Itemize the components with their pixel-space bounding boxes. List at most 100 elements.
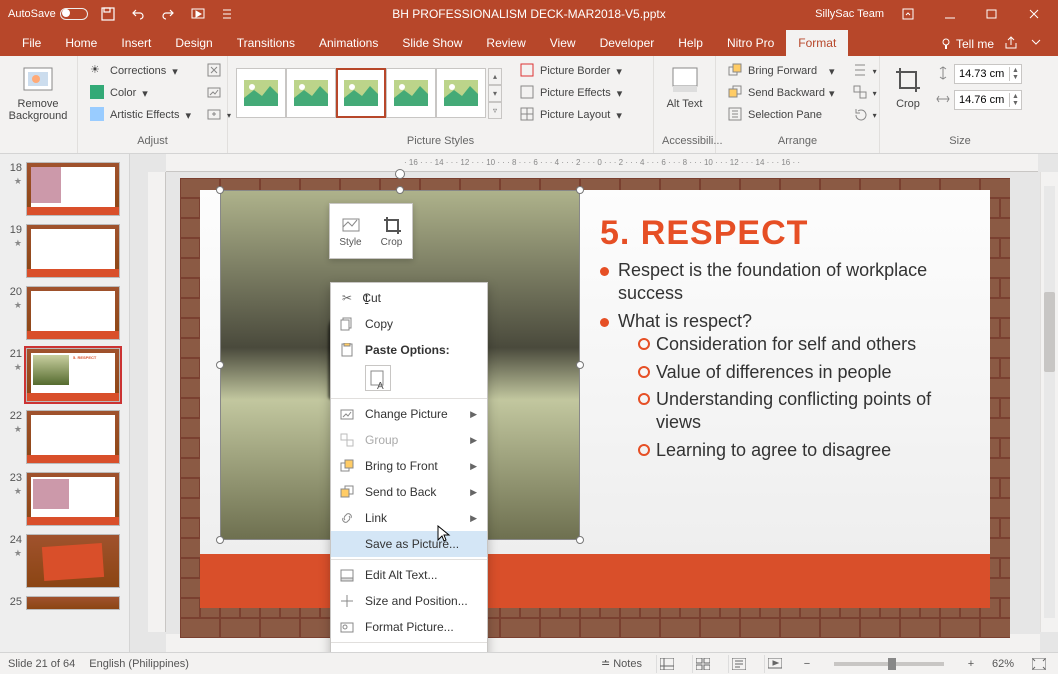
ctx-size-position[interactable]: Size and Position... [331, 588, 487, 614]
resize-handle[interactable] [216, 361, 224, 369]
undo-icon[interactable] [128, 4, 148, 24]
tab-help[interactable]: Help [666, 30, 715, 56]
style-gallery-nav[interactable]: ▴▾▿ [488, 68, 502, 119]
resize-handle[interactable] [216, 186, 224, 194]
ctx-format-picture[interactable]: Format Picture... [331, 614, 487, 640]
slide-text[interactable]: 5. RESPECT Respect is the foundation of … [600, 214, 970, 466]
thumb-21[interactable]: 21★5. RESPECT [0, 344, 129, 406]
maximize-icon[interactable] [974, 2, 1010, 26]
ctx-change-picture[interactable]: Change Picture▶ [331, 401, 487, 427]
picture-style-3[interactable] [336, 68, 386, 118]
zoom-slider[interactable] [834, 662, 944, 666]
tell-me-search[interactable]: Tell me [940, 37, 994, 51]
slide-canvas[interactable]: 5. RESPECT Respect is the foundation of … [180, 178, 1010, 638]
normal-view-icon[interactable] [656, 655, 678, 673]
thumb-20[interactable]: 20★ [0, 282, 129, 344]
notes-button[interactable]: ≐ Notes [601, 657, 642, 670]
ribbon-options-icon[interactable] [890, 2, 926, 26]
mini-style-button[interactable]: Style [330, 204, 371, 258]
picture-layout-button[interactable]: Picture Layout▾ [516, 104, 626, 126]
tab-developer[interactable]: Developer [588, 30, 667, 56]
height-input[interactable]: ▲▼ [954, 64, 1022, 84]
ctx-save-as-picture[interactable]: Save as Picture... [331, 531, 487, 557]
ctx-copy[interactable]: Copy [331, 311, 487, 337]
fit-to-window-icon[interactable] [1028, 655, 1050, 673]
crop-button[interactable]: Crop [888, 60, 928, 110]
slideshow-view-icon[interactable] [764, 655, 786, 673]
start-from-beginning-icon[interactable] [188, 4, 208, 24]
reading-view-icon[interactable] [728, 655, 750, 673]
bring-forward-button[interactable]: Bring Forward▾ [724, 60, 839, 82]
artistic-effects-button[interactable]: Artistic Effects▾ [86, 104, 195, 126]
selection-pane-button[interactable]: Selection Pane [724, 104, 839, 126]
group-icon[interactable]: ▾ [849, 82, 881, 104]
size-group-label: Size [888, 135, 1032, 151]
list-dropdown-icon[interactable] [218, 4, 238, 24]
slide-editor: · 16 · · · 14 · · · 12 · · · 10 · · · 8 … [130, 154, 1058, 652]
tab-format[interactable]: Format [786, 30, 848, 56]
tab-file[interactable]: File [10, 30, 53, 56]
sub-bullet: Learning to agree to disagree [638, 439, 970, 462]
tab-animations[interactable]: Animations [307, 30, 390, 56]
picture-style-5[interactable] [436, 68, 486, 118]
tab-nitro[interactable]: Nitro Pro [715, 30, 786, 56]
thumb-19[interactable]: 19★ [0, 220, 129, 282]
share-icon[interactable] [1004, 36, 1020, 52]
slide-sorter-icon[interactable] [692, 655, 714, 673]
remove-background-button[interactable]: Remove Background [8, 60, 68, 122]
resize-handle[interactable] [576, 186, 584, 194]
picture-style-2[interactable] [286, 68, 336, 118]
resize-handle[interactable] [216, 536, 224, 544]
picture-style-4[interactable] [386, 68, 436, 118]
resize-handle[interactable] [576, 536, 584, 544]
ctx-bring-to-front[interactable]: Bring to Front▶ [331, 453, 487, 479]
picture-border-button[interactable]: Picture Border▾ [516, 60, 626, 82]
tab-slideshow[interactable]: Slide Show [390, 30, 474, 56]
rotate-icon[interactable]: ▾ [849, 104, 881, 126]
thumb-24[interactable]: 24★ [0, 530, 129, 592]
thumb-25[interactable]: 25 [0, 592, 129, 614]
tab-home[interactable]: Home [53, 30, 109, 56]
language-indicator[interactable]: English (Philippines) [89, 658, 189, 670]
tab-transitions[interactable]: Transitions [225, 30, 307, 56]
align-icon[interactable]: ▾ [849, 60, 881, 82]
thumb-22[interactable]: 22★ [0, 406, 129, 468]
tab-review[interactable]: Review [474, 30, 537, 56]
ctx-send-to-back[interactable]: Send to Back▶ [331, 479, 487, 505]
close-icon[interactable] [1016, 2, 1052, 26]
mini-crop-button[interactable]: Crop [371, 204, 412, 258]
alt-text-button[interactable]: Alt Text [662, 60, 707, 110]
tab-design[interactable]: Design [163, 30, 224, 56]
ctx-paste-label: Paste Options: [331, 337, 487, 363]
zoom-out-button[interactable]: − [800, 658, 814, 670]
paste-keep-text-icon[interactable]: A [365, 365, 391, 391]
redo-icon[interactable] [158, 4, 178, 24]
ctx-edit-alt-text[interactable]: Edit Alt Text... [331, 562, 487, 588]
remove-bg-label: Remove Background [8, 98, 68, 122]
color-button[interactable]: Color▾ [86, 82, 195, 104]
ctx-link[interactable]: Link▶ [331, 505, 487, 531]
autosave-toggle[interactable]: AutoSave [8, 8, 88, 20]
tab-insert[interactable]: Insert [109, 30, 163, 56]
resize-handle[interactable] [396, 186, 404, 194]
send-backward-button[interactable]: Send Backward▾ [724, 82, 839, 104]
tab-view[interactable]: View [538, 30, 588, 56]
minimize-icon[interactable] [932, 2, 968, 26]
zoom-level[interactable]: 62% [992, 658, 1014, 670]
chevron-down-icon[interactable] [1030, 36, 1046, 52]
rotate-handle[interactable] [395, 169, 405, 179]
vertical-scrollbar[interactable] [1040, 172, 1058, 632]
picture-effects-button[interactable]: Picture Effects▾ [516, 82, 626, 104]
zoom-in-button[interactable]: + [964, 658, 978, 670]
width-input[interactable]: ▲▼ [954, 90, 1022, 110]
picture-style-1[interactable] [236, 68, 286, 118]
resize-handle[interactable] [576, 361, 584, 369]
thumb-18[interactable]: 18★ [0, 158, 129, 220]
corrections-button[interactable]: ☀Corrections▾ [86, 60, 195, 82]
workspace: 18★ 19★ 20★ 21★5. RESPECT 22★ 23★ 24★ 25… [0, 154, 1058, 652]
save-icon[interactable] [98, 4, 118, 24]
slide-counter[interactable]: Slide 21 of 64 [8, 658, 75, 670]
ctx-cut[interactable]: ✂t Cut [331, 285, 487, 311]
thumb-23[interactable]: 23★ [0, 468, 129, 530]
account-name[interactable]: SillySac Team [815, 8, 884, 20]
